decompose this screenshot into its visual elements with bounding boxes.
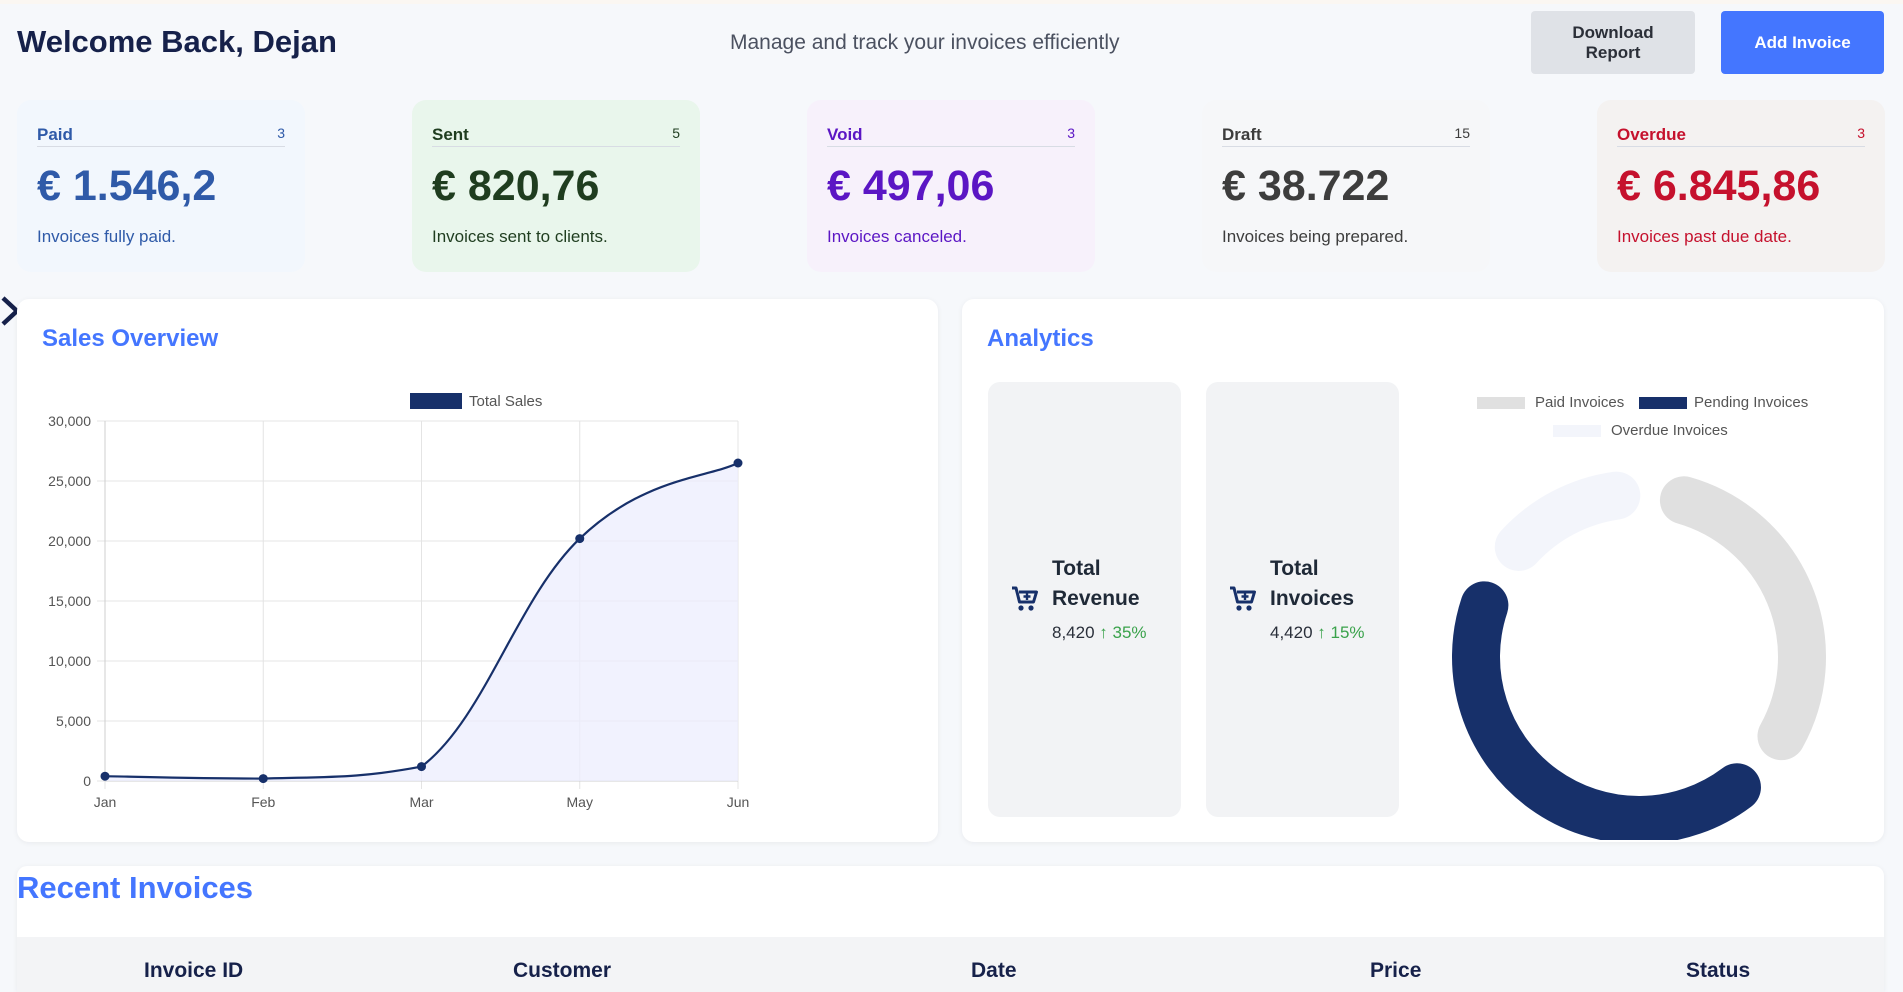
analytics-title: Analytics bbox=[987, 325, 1094, 352]
stat-header: Paid 3 bbox=[37, 125, 285, 147]
metric-total-revenue: Total Revenue 8,420 ↑ 35% bbox=[988, 382, 1181, 817]
stat-header: Sent 5 bbox=[432, 125, 680, 147]
y-tick-label: 25,000 bbox=[48, 473, 91, 489]
stat-header: Draft 15 bbox=[1222, 125, 1470, 147]
y-tick-label: 20,000 bbox=[48, 533, 91, 549]
stat-header: Void 3 bbox=[827, 125, 1075, 147]
stat-description: Invoices canceled. bbox=[827, 227, 967, 246]
metric-trend: ↑ 15% bbox=[1317, 623, 1365, 642]
page-subtitle: Manage and track your invoices efficient… bbox=[730, 31, 1120, 54]
metric-label-line1: Total bbox=[1052, 557, 1101, 580]
invoice-status-donut-chart: Paid Invoices Pending Invoices Overdue Inv… bbox=[1452, 394, 1826, 840]
x-tick-label: Jun bbox=[727, 794, 750, 810]
donut-slice-pending-invoices[interactable] bbox=[1452, 581, 1761, 840]
y-tick-label: 10,000 bbox=[48, 653, 91, 669]
legend-label-pending-invoices[interactable]: Pending Invoices bbox=[1694, 394, 1808, 411]
metric-label-line2: Invoices bbox=[1270, 586, 1355, 610]
stat-name: Draft bbox=[1222, 125, 1262, 144]
metric-label: Total Revenue bbox=[1052, 554, 1140, 614]
x-tick-label: Jan bbox=[94, 794, 117, 810]
sales-overview-card: Sales Overview 0 5,000 10,000 15,000 20,000 2… bbox=[17, 299, 938, 842]
metric-number: 8,420 bbox=[1052, 623, 1095, 642]
chart-data-point[interactable] bbox=[575, 534, 585, 544]
legend-swatch-total-sales bbox=[410, 393, 462, 409]
stat-header: Overdue 3 bbox=[1617, 125, 1865, 147]
metric-label-line1: Total bbox=[1270, 557, 1319, 580]
add-invoice-button[interactable]: Add Invoice bbox=[1721, 11, 1884, 74]
legend-swatch-pending-invoices[interactable] bbox=[1639, 397, 1687, 409]
x-tick-label: May bbox=[567, 794, 593, 810]
metric-trend: ↑ 35% bbox=[1099, 623, 1147, 642]
stat-amount: € 820,76 bbox=[432, 162, 600, 210]
stat-card-overdue[interactable]: Overdue 3 € 6.845,86 Invoices past due d… bbox=[1597, 100, 1885, 272]
y-tick-label: 15,000 bbox=[48, 593, 91, 609]
invoice-table-header: Invoice ID Customer Date Price Status bbox=[17, 937, 1884, 992]
welcome-title: Welcome Back, Dejan bbox=[17, 24, 337, 59]
stat-description: Invoices sent to clients. bbox=[432, 227, 608, 246]
stat-count: 3 bbox=[1067, 125, 1075, 141]
chart-data-point[interactable] bbox=[258, 774, 268, 784]
legend-label-total-sales: Total Sales bbox=[469, 393, 542, 410]
chart-data-point[interactable] bbox=[733, 458, 743, 468]
y-tick-label: 30,000 bbox=[48, 413, 91, 429]
chart-data-point[interactable] bbox=[417, 762, 426, 772]
stat-name: Overdue bbox=[1617, 125, 1686, 144]
stat-count: 15 bbox=[1454, 125, 1470, 141]
stat-amount: € 38.722 bbox=[1222, 162, 1390, 210]
stat-amount: € 497,06 bbox=[827, 162, 995, 210]
cart-icon bbox=[1230, 586, 1256, 611]
cart-icon bbox=[1012, 586, 1038, 611]
sales-line-chart: 0 5,000 10,000 15,000 20,000 25,000 30,000 Jan… bbox=[48, 393, 750, 810]
chart-data-point[interactable] bbox=[100, 771, 110, 781]
stat-count: 3 bbox=[1857, 125, 1865, 141]
stat-name: Sent bbox=[432, 125, 469, 144]
metric-number: 4,420 bbox=[1270, 623, 1313, 642]
stat-name: Void bbox=[827, 125, 863, 144]
metric-value: 8,420 ↑ 35% bbox=[1052, 623, 1147, 643]
download-report-button[interactable]: Download Report bbox=[1531, 11, 1695, 74]
stat-description: Invoices past due date. bbox=[1617, 227, 1792, 246]
stat-description: Invoices fully paid. bbox=[37, 227, 176, 246]
column-header-status[interactable]: Status bbox=[1686, 959, 1750, 983]
page-header: Welcome Back, Dejan Manage and track you… bbox=[0, 0, 1903, 90]
metric-label-line2: Revenue bbox=[1052, 586, 1140, 610]
legend-swatch-paid-invoices[interactable] bbox=[1477, 397, 1525, 409]
column-header-price[interactable]: Price bbox=[1370, 959, 1421, 983]
stat-count: 3 bbox=[277, 125, 285, 141]
stat-card-sent[interactable]: Sent 5 € 820,76 Invoices sent to clients… bbox=[412, 100, 700, 272]
column-header-invoice-id[interactable]: Invoice ID bbox=[144, 959, 243, 983]
legend-swatch-overdue-invoices[interactable] bbox=[1553, 425, 1601, 437]
stat-name: Paid bbox=[37, 125, 73, 144]
x-tick-label: Feb bbox=[251, 794, 275, 810]
metric-total-invoices: Total Invoices 4,420 ↑ 15% bbox=[1206, 382, 1399, 817]
stat-amount: € 6.845,86 bbox=[1617, 162, 1821, 210]
y-tick-label: 5,000 bbox=[56, 713, 91, 729]
legend-label-paid-invoices[interactable]: Paid Invoices bbox=[1535, 394, 1624, 411]
recent-invoices-title: Recent Invoices bbox=[17, 870, 254, 905]
donut-slice-paid-invoices[interactable] bbox=[1659, 476, 1826, 761]
stat-amount: € 1.546,2 bbox=[37, 162, 217, 210]
stat-description: Invoices being prepared. bbox=[1222, 227, 1409, 246]
column-header-date[interactable]: Date bbox=[971, 959, 1017, 983]
stat-card-paid[interactable]: Paid 3 € 1.546,2 Invoices fully paid. bbox=[17, 100, 305, 272]
metric-label: Total Invoices bbox=[1270, 554, 1354, 614]
x-tick-label: Mar bbox=[409, 794, 433, 810]
stat-count: 5 bbox=[672, 125, 680, 141]
stat-card-void[interactable]: Void 3 € 497,06 Invoices canceled. bbox=[807, 100, 1095, 272]
legend-label-overdue-invoices[interactable]: Overdue Invoices bbox=[1611, 422, 1728, 439]
y-tick-label: 0 bbox=[83, 773, 91, 789]
metric-value: 4,420 ↑ 15% bbox=[1270, 623, 1365, 643]
donut-slice-overdue-invoices[interactable] bbox=[1494, 471, 1641, 571]
column-header-customer[interactable]: Customer bbox=[513, 959, 611, 983]
stat-card-draft[interactable]: Draft 15 € 38.722 Invoices being prepare… bbox=[1202, 100, 1490, 272]
